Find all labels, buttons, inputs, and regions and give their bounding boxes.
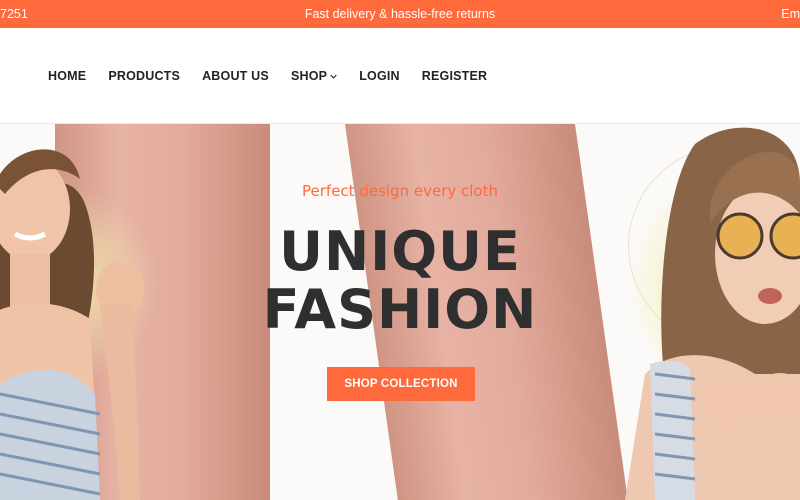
nav-about-us[interactable]: ABOUT US xyxy=(202,69,269,83)
promo-text: Fast delivery & hassle-free returns xyxy=(304,7,496,21)
nav-login[interactable]: LOGIN xyxy=(359,69,400,83)
nav-about-label: ABOUT US xyxy=(202,69,269,83)
nav-register[interactable]: REGISTER xyxy=(422,69,488,83)
nav-shop-label: SHOP xyxy=(290,69,328,83)
nav-products-label: PRODUCTS xyxy=(108,69,181,83)
site-header: HOME PRODUCTS ABOUT US SHOP LOGIN REGIST… xyxy=(0,28,800,124)
hero-banner: Perfect design every cloth UNIQUE FASHIO… xyxy=(0,124,800,500)
chevron-down-icon xyxy=(330,74,337,79)
nav-register-label: REGISTER xyxy=(421,69,488,83)
main-nav: HOME PRODUCTS ABOUT US SHOP LOGIN REGIST… xyxy=(48,69,509,83)
nav-login-label: LOGIN xyxy=(359,69,400,83)
nav-home-label: HOME xyxy=(48,69,87,83)
announcement-bar: 7251 Fast delivery & hassle-free returns… xyxy=(0,0,800,28)
hero-tagline: Perfect design every cloth xyxy=(302,182,498,200)
nav-shop[interactable]: SHOP xyxy=(291,69,337,83)
hero-title-line-1: UNIQUE xyxy=(279,220,521,283)
email-link[interactable]: Em xyxy=(781,7,800,21)
shop-collection-button[interactable]: SHOP COLLECTION xyxy=(327,367,475,401)
hero-title-line-2: FASHION xyxy=(262,278,538,341)
nav-products[interactable]: PRODUCTS xyxy=(108,69,180,83)
nav-home[interactable]: HOME xyxy=(48,69,86,83)
